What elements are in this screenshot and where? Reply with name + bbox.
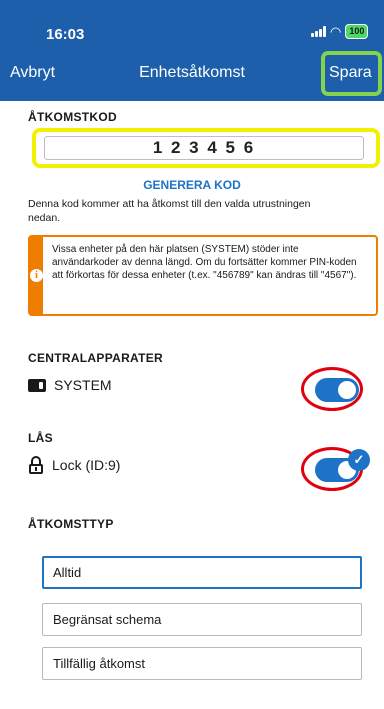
- selected-check-icon: ✓: [348, 449, 370, 471]
- device-row-system: SYSTEM: [28, 377, 112, 393]
- control-panel-icon: [28, 378, 46, 392]
- access-option-limited-schedule[interactable]: Begränsat schema: [42, 603, 362, 636]
- access-code-label: ÅTKOMSTKOD: [28, 110, 117, 124]
- access-option-always[interactable]: Alltid: [42, 556, 362, 589]
- lock-icon: [28, 456, 44, 474]
- app-header: 16:03 ◠ 100 Avbryt Enhetsåtkomst Spara: [0, 0, 384, 101]
- generate-code-link[interactable]: GENERERA KOD: [0, 178, 384, 192]
- access-type-label: ÅTKOMSTTYP: [28, 517, 114, 531]
- device-row-lock: Lock (ID:9): [28, 456, 120, 474]
- system-toggle[interactable]: [315, 378, 359, 402]
- toggle-knob: [338, 381, 356, 399]
- warning-banner: i Vissa enheter på den här platsen (SYST…: [28, 235, 378, 316]
- device-label-lock: Lock (ID:9): [52, 457, 121, 473]
- signal-icon: [311, 26, 326, 37]
- warning-text: Vissa enheter på den här platsen (SYSTEM…: [52, 244, 357, 281]
- warning-sidebar: i: [30, 237, 43, 314]
- info-icon: i: [30, 269, 43, 282]
- access-option-temporary[interactable]: Tillfällig åtkomst: [42, 647, 362, 680]
- status-time: 16:03: [46, 26, 85, 43]
- wifi-icon: ◠: [330, 23, 342, 39]
- access-code-description: Denna kod kommer att ha åtkomst till den…: [28, 198, 311, 224]
- locks-label: LÅS: [28, 431, 53, 445]
- device-label-system: SYSTEM: [54, 377, 112, 393]
- battery-icon: 100: [345, 24, 369, 39]
- status-icons: ◠ 100: [311, 23, 369, 39]
- access-code-input[interactable]: 1 2 3 4 5 6: [44, 136, 364, 160]
- save-button[interactable]: Spara: [329, 64, 372, 82]
- centrals-label: CENTRALAPPARATER: [28, 351, 164, 365]
- form-content: ÅTKOMSTKOD 1 2 3 4 5 6 GENERERA KOD Denn…: [0, 101, 384, 709]
